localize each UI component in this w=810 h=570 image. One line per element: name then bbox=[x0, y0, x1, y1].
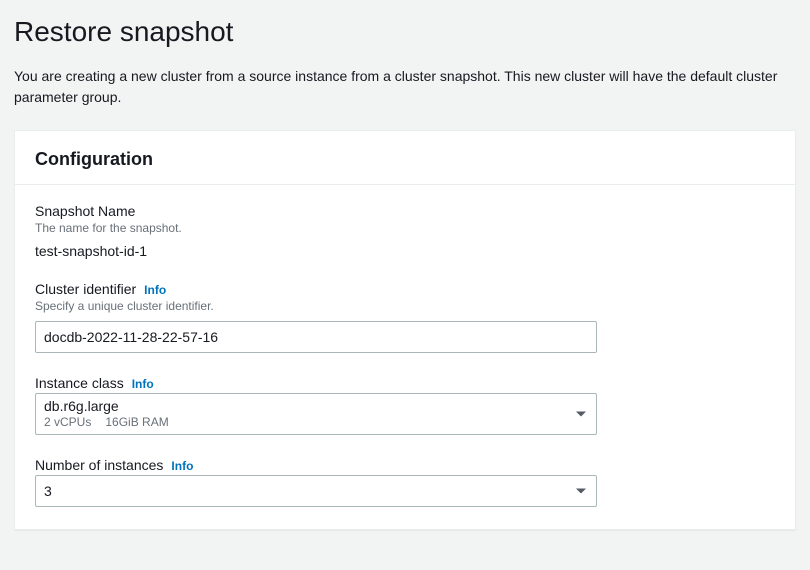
num-instances-label: Number of instances bbox=[35, 457, 163, 473]
instance-class-select[interactable]: db.r6g.large 2 vCPUs 16GiB RAM bbox=[35, 393, 597, 435]
cluster-identifier-info-link[interactable]: Info bbox=[144, 283, 166, 297]
page-description: You are creating a new cluster from a so… bbox=[14, 66, 784, 108]
cluster-identifier-help: Specify a unique cluster identifier. bbox=[35, 299, 775, 313]
cluster-identifier-field: Cluster identifier Info Specify a unique… bbox=[35, 281, 775, 353]
snapshot-name-help: The name for the snapshot. bbox=[35, 221, 775, 235]
num-instances-field: Number of instances Info 3 bbox=[35, 457, 775, 507]
chevron-down-icon bbox=[576, 412, 586, 417]
instance-class-info-link[interactable]: Info bbox=[132, 377, 154, 391]
panel-header: Configuration bbox=[15, 131, 795, 185]
instance-class-value: db.r6g.large bbox=[44, 398, 566, 415]
instance-class-field: Instance class Info db.r6g.large 2 vCPUs… bbox=[35, 375, 775, 435]
snapshot-name-label: Snapshot Name bbox=[35, 203, 775, 219]
configuration-panel: Configuration Snapshot Name The name for… bbox=[14, 130, 796, 530]
snapshot-name-field: Snapshot Name The name for the snapshot.… bbox=[35, 203, 775, 259]
chevron-down-icon bbox=[576, 489, 586, 494]
snapshot-name-value: test-snapshot-id-1 bbox=[35, 243, 775, 259]
panel-body: Snapshot Name The name for the snapshot.… bbox=[15, 185, 795, 529]
instance-class-label: Instance class bbox=[35, 375, 124, 391]
num-instances-value: 3 bbox=[44, 483, 566, 500]
num-instances-info-link[interactable]: Info bbox=[171, 459, 193, 473]
page-title: Restore snapshot bbox=[14, 16, 796, 48]
cluster-identifier-label: Cluster identifier bbox=[35, 281, 136, 297]
panel-title: Configuration bbox=[35, 149, 775, 170]
instance-class-cpu: 2 vCPUs bbox=[44, 415, 91, 431]
instance-class-ram: 16GiB RAM bbox=[105, 415, 168, 431]
num-instances-select[interactable]: 3 bbox=[35, 475, 597, 507]
cluster-identifier-input[interactable] bbox=[35, 321, 597, 353]
